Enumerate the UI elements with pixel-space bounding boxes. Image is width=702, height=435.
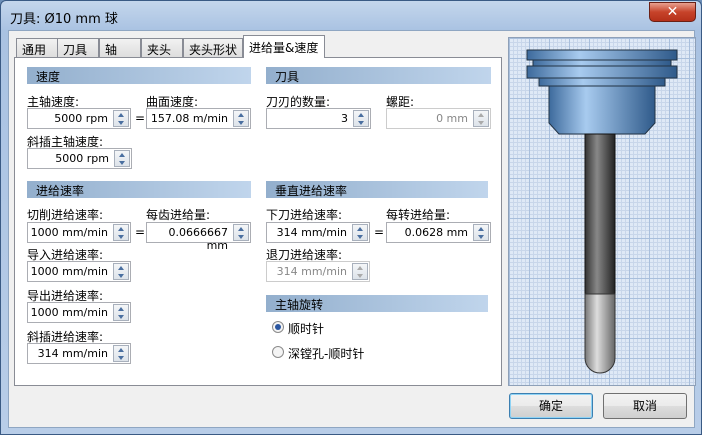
clockwise-label[interactable]: 顺时针 (288, 320, 324, 337)
lead-in-input[interactable]: 1000 mm/min (27, 261, 131, 282)
value: 314 mm/min (276, 226, 347, 239)
feed-header: 进给速率 (27, 181, 251, 198)
spinner[interactable] (352, 263, 368, 280)
spinner[interactable] (473, 110, 489, 127)
plunge-feed-label: 下刀进给速率: (266, 208, 343, 222)
pitch-input[interactable]: 0 mm (386, 108, 491, 129)
vertical-feed-header: 垂直进给速率 (266, 181, 488, 198)
spinner[interactable] (233, 110, 249, 127)
equals-sign: = (135, 111, 146, 125)
value: 157.08 m/min (150, 112, 228, 125)
speed-header: 速度 (27, 67, 251, 84)
cutting-feed-input[interactable]: 1000 mm/min (27, 222, 131, 243)
spindle-speed-input[interactable]: 5000 rpm (27, 108, 131, 129)
holder-body (548, 85, 656, 135)
spinner[interactable] (114, 150, 130, 167)
ok-button[interactable]: 确定 (509, 393, 593, 419)
equals-sign: = (374, 225, 385, 239)
value: 314 mm/min (37, 347, 108, 360)
spinner[interactable] (352, 224, 368, 241)
surface-speed-input[interactable]: 157.08 m/min (146, 108, 251, 129)
value: 3 (341, 112, 348, 125)
tab-holder[interactable]: 夹头 (141, 38, 183, 58)
tab-feeds-speeds[interactable]: 进给量&速度 (243, 35, 325, 58)
value: 5000 rpm (55, 152, 109, 165)
spinner[interactable] (113, 263, 129, 280)
retract-feed-input[interactable]: 314 mm/min (266, 261, 370, 282)
tool-shank (584, 133, 616, 295)
rotation-header: 主轴旋转 (266, 295, 488, 312)
cutting-feed-label: 切削进给速率: (27, 208, 104, 222)
tool-drawing (526, 49, 678, 374)
spinner[interactable] (233, 224, 249, 241)
spinner[interactable] (473, 224, 489, 241)
tool-header: 刀具 (266, 67, 491, 84)
feed-per-tooth-label: 每齿进给量: (146, 208, 211, 222)
value: 1000 mm/min (30, 265, 108, 278)
window-title: 刀具: Ø10 mm 球 (10, 12, 118, 27)
tab-general[interactable]: 通用 (16, 38, 58, 58)
ramp-feed-input[interactable]: 314 mm/min (27, 343, 131, 364)
tab-holder-shape[interactable]: 夹头形状 (183, 38, 243, 58)
radio-deep-bore-clockwise[interactable] (272, 346, 284, 358)
spinner[interactable] (113, 110, 129, 127)
feed-per-rev-input[interactable]: 0.0628 mm (386, 222, 491, 243)
radio-clockwise[interactable] (272, 321, 284, 333)
tool-preview (508, 37, 696, 386)
lead-out-input[interactable]: 1000 mm/min (27, 302, 131, 323)
deep-bore-clockwise-label[interactable]: 深镗孔-顺时针 (288, 345, 364, 362)
spinner[interactable] (353, 110, 369, 127)
value: 0.0628 mm (404, 226, 468, 239)
plunge-feed-input[interactable]: 314 mm/min (266, 222, 370, 243)
value: 1000 mm/min (30, 226, 108, 239)
ball-end (584, 293, 616, 374)
spinner[interactable] (113, 345, 129, 362)
ramp-spindle-input[interactable]: 5000 rpm (27, 148, 132, 169)
holder-flange (526, 49, 678, 61)
feed-per-rev-label: 每转进给量: (386, 208, 451, 222)
spinner[interactable] (113, 224, 129, 241)
close-button[interactable]: ✕ (649, 2, 696, 22)
cancel-button[interactable]: 取消 (603, 393, 687, 419)
value: 1000 mm/min (30, 306, 108, 319)
equals-sign: = (135, 225, 146, 239)
tab-tool[interactable]: 刀具 (57, 38, 99, 58)
spinner[interactable] (113, 304, 129, 321)
tab-shaft[interactable]: 轴 (99, 38, 141, 58)
flutes-input[interactable]: 3 (266, 108, 371, 129)
value: 5000 rpm (54, 112, 108, 125)
value: 0 mm (436, 112, 468, 125)
feed-per-tooth-input[interactable]: 0.0666667 mm (146, 222, 251, 252)
value: 314 mm/min (276, 265, 347, 278)
